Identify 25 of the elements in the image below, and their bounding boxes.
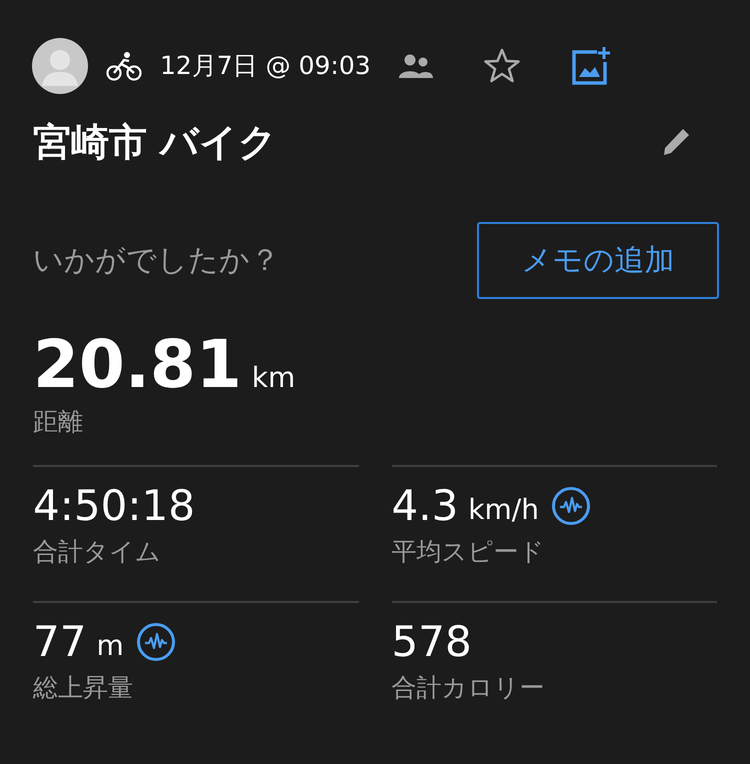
heartbeat-icon	[136, 622, 176, 662]
stat-value: 4:50:18	[33, 480, 195, 530]
distance-unit: km	[252, 360, 296, 396]
add-photo-icon[interactable]	[570, 46, 611, 86]
stat-value: 77	[33, 616, 86, 666]
pencil-icon[interactable]	[661, 127, 691, 157]
activity-title: 宮崎市 バイク	[33, 119, 278, 166]
activity-date: 12月7日 @ 09:03	[160, 50, 371, 82]
stat-label: 合計カロリー	[392, 672, 546, 704]
add-note-button[interactable]: メモの追加	[477, 222, 719, 299]
stat-unit: km/h	[468, 492, 539, 528]
stat-value: 578	[392, 616, 472, 666]
stat-label: 総上昇量	[33, 672, 134, 704]
distance-label: 距離	[33, 406, 84, 438]
star-icon[interactable]	[482, 48, 521, 84]
stat-label: 平均スピード	[392, 536, 546, 568]
people-icon[interactable]	[398, 54, 433, 78]
stat-value: 4.3	[392, 480, 458, 530]
stat-unit: m	[96, 628, 124, 664]
bicycle-icon	[106, 51, 142, 81]
distance-value: 20.81	[33, 325, 242, 405]
feedback-prompt: いかがでしたか？	[33, 242, 280, 280]
heartbeat-icon	[550, 486, 591, 526]
avatar-icon	[32, 38, 88, 94]
stat-label: 合計タイム	[33, 536, 162, 568]
